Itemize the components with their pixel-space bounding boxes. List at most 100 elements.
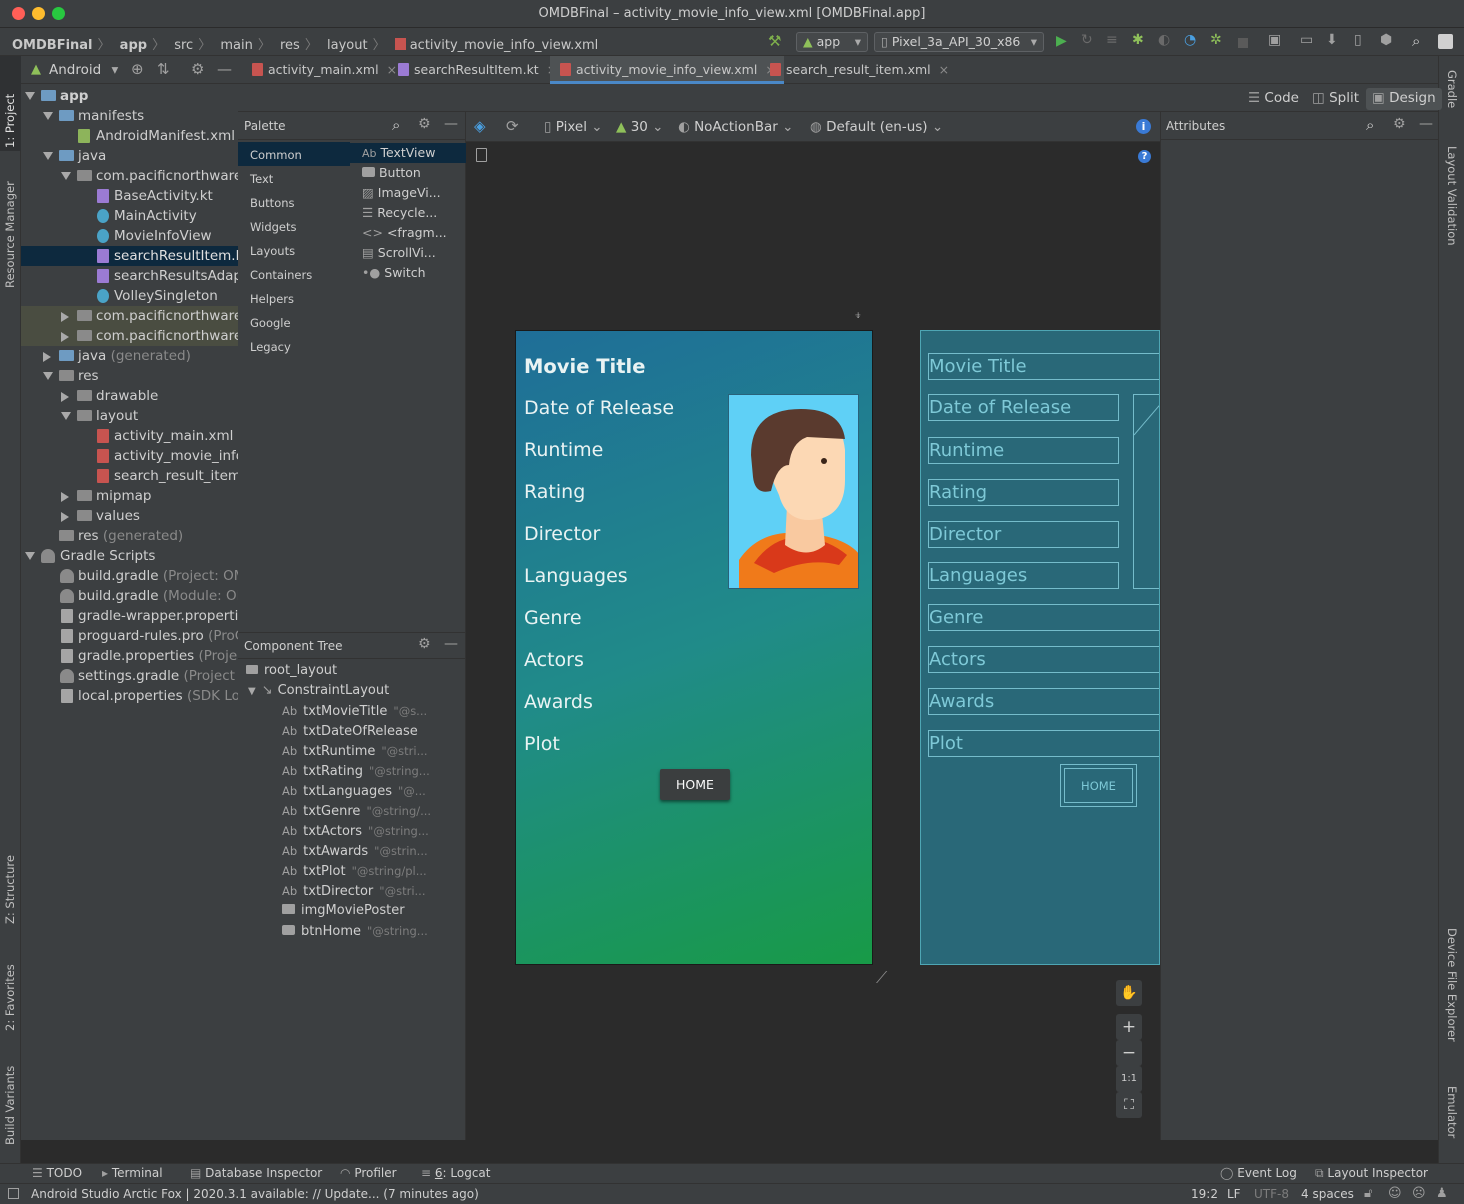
- tree-item[interactable]: local.properties (SDK Loc: [21, 686, 238, 706]
- tree-item[interactable]: settings.gradle (Project S: [21, 666, 238, 686]
- palette-category-buttons[interactable]: Buttons: [238, 190, 350, 214]
- device-dropdown[interactable]: ▯ Pixel_3a_API_30_x86 ▾: [874, 32, 1044, 52]
- preview-genre[interactable]: Genre: [524, 607, 582, 629]
- gear-icon[interactable]: ⚙: [418, 636, 431, 652]
- tree-item[interactable]: proguard-rules.pro (ProG: [21, 626, 238, 646]
- blueprint-genre[interactable]: Genre: [928, 604, 1159, 631]
- apply-code-changes-icon[interactable]: ≡: [1106, 32, 1122, 48]
- palette-item-textview[interactable]: Ab TextView: [350, 143, 466, 163]
- design-surface-icon[interactable]: ◈: [474, 117, 486, 135]
- blueprint-date-of-release[interactable]: Date of Release: [928, 394, 1119, 421]
- component-item[interactable]: Ab txtRating "@string...: [282, 761, 482, 781]
- pin-icon[interactable]: ⍖: [854, 308, 862, 323]
- avatar[interactable]: [1438, 34, 1453, 49]
- tree-item[interactable]: search_result_item: [21, 466, 238, 486]
- blueprint-movie-title[interactable]: Movie Title: [928, 353, 1159, 380]
- component-item[interactable]: Ab txtRuntime "@stri...: [282, 741, 482, 761]
- tool-tab-gradle[interactable]: Gradle: [1445, 70, 1459, 108]
- hide-panel-icon[interactable]: —: [444, 116, 458, 132]
- gear-icon[interactable]: ⚙: [418, 116, 431, 132]
- blueprint-actors[interactable]: Actors: [928, 646, 1159, 673]
- preview-languages[interactable]: Languages: [524, 565, 628, 587]
- preview-runtime[interactable]: Runtime: [524, 439, 603, 461]
- component-root[interactable]: root_layout: [246, 661, 446, 681]
- stop-icon[interactable]: [1238, 38, 1248, 48]
- tab-search-result-item-kt[interactable]: searchResultItem.kt×: [388, 56, 565, 84]
- breadcrumb-item-src[interactable]: src: [174, 38, 193, 53]
- tree-item[interactable]: build.gradle (Project: OM: [21, 566, 238, 586]
- palette-item-button[interactable]: Button: [350, 163, 466, 183]
- status-message[interactable]: Android Studio Arctic Fox | 2020.3.1 ava…: [31, 1187, 479, 1201]
- coverage-icon[interactable]: ◐: [1158, 32, 1174, 48]
- device-picker[interactable]: ▯ Pixel ⌄: [544, 119, 603, 135]
- tool-tab-logcat[interactable]: ≡ 6: Logcat: [421, 1166, 490, 1180]
- locate-icon[interactable]: ⊕: [131, 60, 144, 78]
- smiley-icon[interactable]: ☺: [1388, 1186, 1402, 1201]
- tool-tab-terminal[interactable]: ▸ Terminal: [102, 1166, 163, 1180]
- tree-item[interactable]: MovieInfoView: [21, 226, 238, 246]
- tool-tab-resource-manager[interactable]: Resource Manager: [3, 181, 17, 288]
- search-icon[interactable]: ⌕: [392, 116, 400, 134]
- tree-item[interactable]: res: [21, 366, 238, 386]
- hammer-build-icon[interactable]: ⚒: [768, 32, 784, 50]
- breadcrumb-item-main[interactable]: main: [220, 38, 252, 53]
- inspector-icon[interactable]: ♟: [1436, 1186, 1448, 1201]
- preview-movie-title[interactable]: Movie Title: [524, 355, 645, 378]
- tool-tab-structure[interactable]: Z: Structure: [3, 855, 17, 924]
- blueprint-languages[interactable]: Languages: [928, 562, 1119, 589]
- debug-icon[interactable]: ✱: [1132, 32, 1148, 48]
- avd-manager-icon[interactable]: ▭: [1300, 32, 1316, 48]
- pan-hand-icon[interactable]: ✋: [1116, 980, 1142, 1006]
- preview-director[interactable]: Director: [524, 523, 600, 545]
- tool-tab-layout-validation[interactable]: Layout Validation: [1445, 146, 1459, 246]
- component-item[interactable]: Ab txtMovieTitle "@s...: [282, 701, 482, 721]
- palette-category-common[interactable]: Common: [238, 142, 350, 166]
- zoom-fit-icon[interactable]: ⛶: [1116, 1092, 1142, 1118]
- blueprint-home-button[interactable]: HOME: [1060, 764, 1137, 807]
- tree-item[interactable]: com.pacificnorthware: [21, 166, 238, 186]
- device-manager-icon[interactable]: ▯: [1354, 32, 1370, 48]
- component-constraint-layout[interactable]: ▼ ↘ ConstraintLayout: [248, 681, 448, 701]
- component-item[interactable]: Ab txtPlot "@string/pl...: [282, 861, 482, 881]
- plugin-icon[interactable]: ⬢: [1380, 32, 1396, 48]
- tree-item[interactable]: mipmap: [21, 486, 238, 506]
- preview-actors[interactable]: Actors: [524, 649, 584, 671]
- palette-item-scrollview[interactable]: ▤ ScrollVi...: [350, 243, 466, 263]
- theme-picker[interactable]: ◐ NoActionBar ⌄: [678, 119, 793, 135]
- gear-icon[interactable]: ⚙: [191, 60, 204, 78]
- blueprint-runtime[interactable]: Runtime: [928, 437, 1119, 464]
- tree-item[interactable]: values: [21, 506, 238, 526]
- orientation-icon[interactable]: ⟳: [506, 117, 519, 135]
- run-config-dropdown[interactable]: ▲ app ▾: [796, 32, 868, 52]
- blueprint-preview[interactable]: Movie Title Date of Release Runtime Rati…: [920, 330, 1160, 965]
- palette-category-text[interactable]: Text: [238, 166, 350, 190]
- apply-changes-icon[interactable]: ↻: [1081, 32, 1097, 48]
- palette-category-layouts[interactable]: Layouts: [238, 238, 350, 262]
- component-item[interactable]: Ab txtDateOfRelease: [282, 721, 482, 741]
- tree-item[interactable]: AndroidManifest.xml: [21, 126, 238, 146]
- component-item[interactable]: imgMoviePoster: [282, 901, 482, 921]
- tool-tab-emulator[interactable]: Emulator: [1445, 1086, 1459, 1138]
- component-item[interactable]: btnHome "@string...: [282, 921, 482, 941]
- hide-panel-icon[interactable]: —: [217, 60, 232, 78]
- blueprint-director[interactable]: Director: [928, 521, 1119, 548]
- lock-icon[interactable]: 🔓︎: [1364, 1186, 1372, 1201]
- palette-item-imageview[interactable]: ▨ ImageVi...: [350, 183, 466, 203]
- api-level-picker[interactable]: ▲ 30 ⌄: [616, 119, 663, 135]
- tree-item[interactable]: com.pacificnorthware: [21, 326, 238, 346]
- palette-item-fragment[interactable]: <> <fragm...: [350, 223, 466, 243]
- run-icon[interactable]: ▶: [1056, 33, 1072, 49]
- tool-tab-database-inspector[interactable]: ▤ Database Inspector: [190, 1166, 322, 1180]
- preview-movie-poster[interactable]: [728, 394, 859, 589]
- tree-item[interactable]: app: [21, 86, 238, 106]
- tree-item[interactable]: activity_main.xml: [21, 426, 238, 446]
- caret-position[interactable]: 19:2: [1191, 1187, 1218, 1201]
- phone-preview[interactable]: Movie Title Date of Release Runtime Rati…: [515, 330, 873, 965]
- component-item[interactable]: Ab txtActors "@string...: [282, 821, 482, 841]
- info-icon[interactable]: i: [1136, 119, 1151, 134]
- component-item[interactable]: Ab txtGenre "@string/...: [282, 801, 482, 821]
- tree-item[interactable]: com.pacificnorthware: [21, 306, 238, 326]
- tree-item[interactable]: searchResultsAdap: [21, 266, 238, 286]
- tree-item-selected[interactable]: searchResultItem.k: [21, 246, 238, 266]
- tool-tab-device-file-explorer[interactable]: Device File Explorer: [1445, 928, 1459, 1042]
